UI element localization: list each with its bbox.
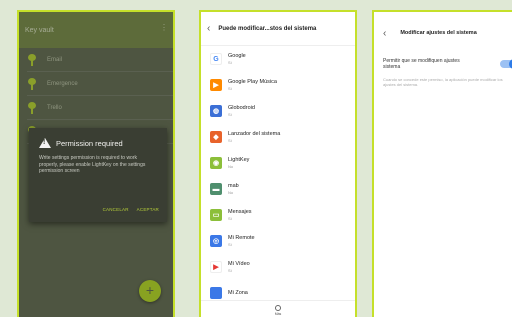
app-name: LightKey [228, 157, 250, 163]
header: ‹ Modificar ajustes del sistema [374, 12, 512, 54]
app-name: Mi Vídeo [228, 261, 250, 267]
app-status: Sí [228, 268, 232, 273]
app-name: Mi Zona [228, 289, 248, 296]
add-key-button[interactable]: + [139, 280, 161, 302]
header: ‹ Puede modificar...stos del sistema [201, 12, 355, 46]
app-name: Mi Remote [228, 235, 255, 241]
list-item[interactable]: Emergence [19, 72, 173, 96]
app-name: Globodroid [228, 105, 255, 111]
dialog-message: Write settings permission is required to… [39, 155, 146, 174]
app-list-item[interactable]: ◎ Mi Remote Sí [201, 228, 355, 254]
permission-label: Permitir que se modifiquen ajustes siste… [383, 58, 460, 70]
app-list-item[interactable]: ▭ Mensajes Sí [201, 202, 355, 228]
back-icon[interactable]: ‹ [383, 28, 386, 39]
app-text: Mi Remote Sí [228, 235, 255, 247]
app-status: Sí [228, 138, 232, 143]
google-icon: G [210, 53, 222, 65]
zone-icon [210, 287, 222, 299]
more-vert-icon[interactable]: ⋮ [160, 23, 168, 32]
page-title: Modificar ajustes del sistema [400, 30, 477, 36]
app-text: Mi Vídeo Sí [228, 261, 250, 273]
accept-button[interactable]: ACEPTAR [137, 207, 159, 212]
list-item[interactable]: Email [19, 48, 173, 72]
app-status: Sí [228, 60, 232, 65]
more-icon [275, 305, 281, 311]
app-list-item[interactable]: ▬ mab No [201, 176, 355, 202]
page-title: Puede modificar...stos del sistema [218, 25, 317, 32]
app-text: Google Play Música Sí [228, 79, 277, 91]
list-item-label: Trello [47, 105, 62, 111]
key-icon [27, 78, 37, 90]
dialog-title-text: Permission required [56, 138, 123, 148]
list-item[interactable]: Trello [19, 96, 173, 120]
more-button[interactable]: Más [201, 300, 355, 317]
app-bar: Key vault ⋮ [19, 12, 173, 48]
cancel-button[interactable]: CANCELAR [103, 207, 129, 212]
app-list-item[interactable]: ◍ Globodroid Sí [201, 98, 355, 124]
key-icon [27, 54, 37, 66]
app-status: Sí [228, 112, 232, 117]
globe-icon: ◍ [210, 105, 222, 117]
more-label: Más [274, 312, 282, 316]
app-list-item[interactable]: ▶ Google Play Música Sí [201, 72, 355, 98]
app-text: Mensajes Sí [228, 209, 252, 221]
app-name: Mensajes [228, 209, 252, 215]
app-status: No [228, 190, 234, 195]
message-icon: ▭ [210, 209, 222, 221]
permission-toggle[interactable] [500, 59, 512, 69]
app-text: Globodroid Sí [228, 105, 255, 117]
app-text: Google Sí [228, 53, 246, 65]
key-icon: ◉ [210, 157, 222, 169]
app-status: Sí [228, 242, 232, 247]
permission-description: Cuando se concede este permiso, la aplic… [383, 77, 503, 87]
launcher-icon: ◆ [210, 131, 222, 143]
app-name: mab [228, 183, 239, 189]
app-list: G Google Sí ▶ Google Play Música Sí ◍ Globodroi… [201, 46, 355, 306]
list-item-label: Emergence [47, 81, 78, 87]
mab-icon: ▬ [210, 183, 222, 195]
app-title: Key vault [25, 26, 54, 34]
app-status: Sí [228, 216, 232, 221]
permission-row[interactable]: Permitir que se modifiquen ajustes siste… [374, 54, 512, 70]
dialog-title: Permission required [39, 138, 157, 148]
app-list-item[interactable]: ▶ Mi Vídeo Sí [201, 254, 355, 280]
warning-icon [39, 138, 51, 148]
app-text: Mi Zona [228, 290, 248, 297]
key-icon [27, 102, 37, 114]
app-list-item[interactable]: ◉ LightKey No [201, 150, 355, 176]
video-icon: ▶ [210, 261, 222, 273]
list-item-label: Email [47, 57, 63, 63]
phone-screen-lightkey: Key vault ⋮ EmailEmergenceTrelloElectrón… [17, 10, 175, 317]
play-music-icon: ▶ [210, 79, 222, 91]
phone-screen-app-list: ‹ Puede modificar...stos del sistema G Go… [199, 10, 357, 317]
dialog-actions: CANCELAR ACEPTAR [103, 207, 159, 212]
app-name: Lanzador del sistema [228, 131, 281, 137]
app-text: LightKey No [228, 157, 249, 169]
app-list-item[interactable]: G Google Sí [201, 46, 355, 72]
app-list-item[interactable]: ◆ Lanzador del sistema Sí [201, 124, 355, 150]
app-name: Google [228, 53, 246, 59]
app-status: No [228, 164, 234, 169]
remote-icon: ◎ [210, 235, 222, 247]
app-name: Google Play Música [228, 79, 277, 85]
app-text: Lanzador del sistema Sí [228, 131, 280, 143]
back-icon[interactable]: ‹ [207, 23, 210, 34]
permission-dialog: Permission required Write settings permi… [29, 128, 167, 222]
app-text: mab No [228, 183, 239, 195]
app-status: Sí [228, 86, 232, 91]
phone-screen-permission-detail: ‹ Modificar ajustes del sistema Permitir… [372, 10, 512, 317]
